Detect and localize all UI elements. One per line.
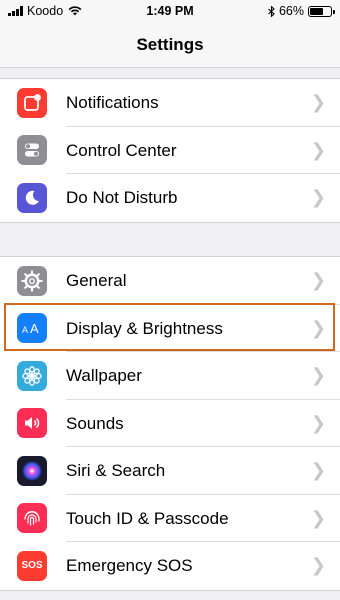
moon-icon xyxy=(17,182,47,213)
settings-row-touch-id[interactable]: Touch ID & Passcode ❯ xyxy=(0,495,340,542)
settings-row-label: Display & Brightness xyxy=(66,318,223,338)
settings-row-label: Emergency SOS xyxy=(66,556,193,575)
settings-row-label: Siri & Search xyxy=(66,461,166,480)
settings-row-label: Notifications xyxy=(66,93,159,112)
speaker-icon xyxy=(17,408,47,438)
status-right: 66% xyxy=(268,4,335,18)
settings-row-general[interactable]: General ❯ xyxy=(0,257,340,305)
chevron-right-icon: ❯ xyxy=(310,139,326,160)
chevron-right-icon: ❯ xyxy=(310,460,326,480)
chevron-right-icon: ❯ xyxy=(310,270,326,290)
settings-row-label: General xyxy=(66,271,127,290)
settings-row-label: Sounds xyxy=(66,413,124,433)
status-bar: Koodo 1:49 PM 66% xyxy=(0,0,340,22)
chevron-right-icon: ❯ xyxy=(310,507,326,528)
battery-percent: 66% xyxy=(278,4,304,18)
settings-row-do-not-disturb[interactable]: Do Not Disturb ❯ xyxy=(0,174,340,222)
settings-row-notifications[interactable]: Notifications ❯ xyxy=(0,79,340,127)
settings-group-1: Notifications ❯ Control Center ❯ Do Not … xyxy=(0,78,340,223)
settings-row-label: Touch ID & Passcode xyxy=(66,508,229,528)
chevron-right-icon: ❯ xyxy=(310,365,326,385)
settings-group-2: General ❯ A A Display & Brightness ❯ Wal… xyxy=(0,256,340,591)
battery-icon xyxy=(308,5,335,17)
battery-cap xyxy=(333,9,335,14)
chevron-right-icon: ❯ xyxy=(310,187,326,207)
settings-row-siri-search[interactable]: Siri & Search ❯ xyxy=(0,447,340,495)
sos-icon-text: SOS xyxy=(21,560,43,571)
settings-row-emergency-sos[interactable]: SOS Emergency SOS ❯ xyxy=(0,542,340,590)
settings-row-label: Control Center xyxy=(66,140,177,160)
settings-row-control-center[interactable]: Control Center ❯ xyxy=(0,127,340,174)
bluetooth-icon xyxy=(268,5,275,17)
sos-icon: SOS xyxy=(17,550,47,581)
display-brightness-icon: A A xyxy=(17,313,47,343)
navigation-bar: Settings xyxy=(0,22,340,68)
settings-row-wallpaper[interactable]: Wallpaper ❯ xyxy=(0,352,340,400)
notifications-icon xyxy=(17,87,47,118)
siri-icon xyxy=(17,455,47,486)
svg-text:A: A xyxy=(30,321,39,336)
chevron-right-icon: ❯ xyxy=(310,317,326,338)
chevron-right-icon: ❯ xyxy=(310,555,326,575)
svg-text:A: A xyxy=(22,325,28,335)
battery-fill xyxy=(310,7,324,15)
control-center-icon xyxy=(17,135,47,165)
settings-row-label: Do Not Disturb xyxy=(66,188,178,207)
settings-row-sounds[interactable]: Sounds ❯ xyxy=(0,400,340,447)
page-title: Settings xyxy=(136,35,204,54)
settings-row-display-brightness[interactable]: A A Display & Brightness ❯ xyxy=(0,305,340,352)
gear-icon xyxy=(17,265,47,296)
settings-row-label: Wallpaper xyxy=(66,366,142,385)
fingerprint-icon xyxy=(17,503,47,533)
chevron-right-icon: ❯ xyxy=(310,92,326,112)
wallpaper-flower-icon xyxy=(17,360,47,391)
chevron-right-icon: ❯ xyxy=(310,412,326,433)
